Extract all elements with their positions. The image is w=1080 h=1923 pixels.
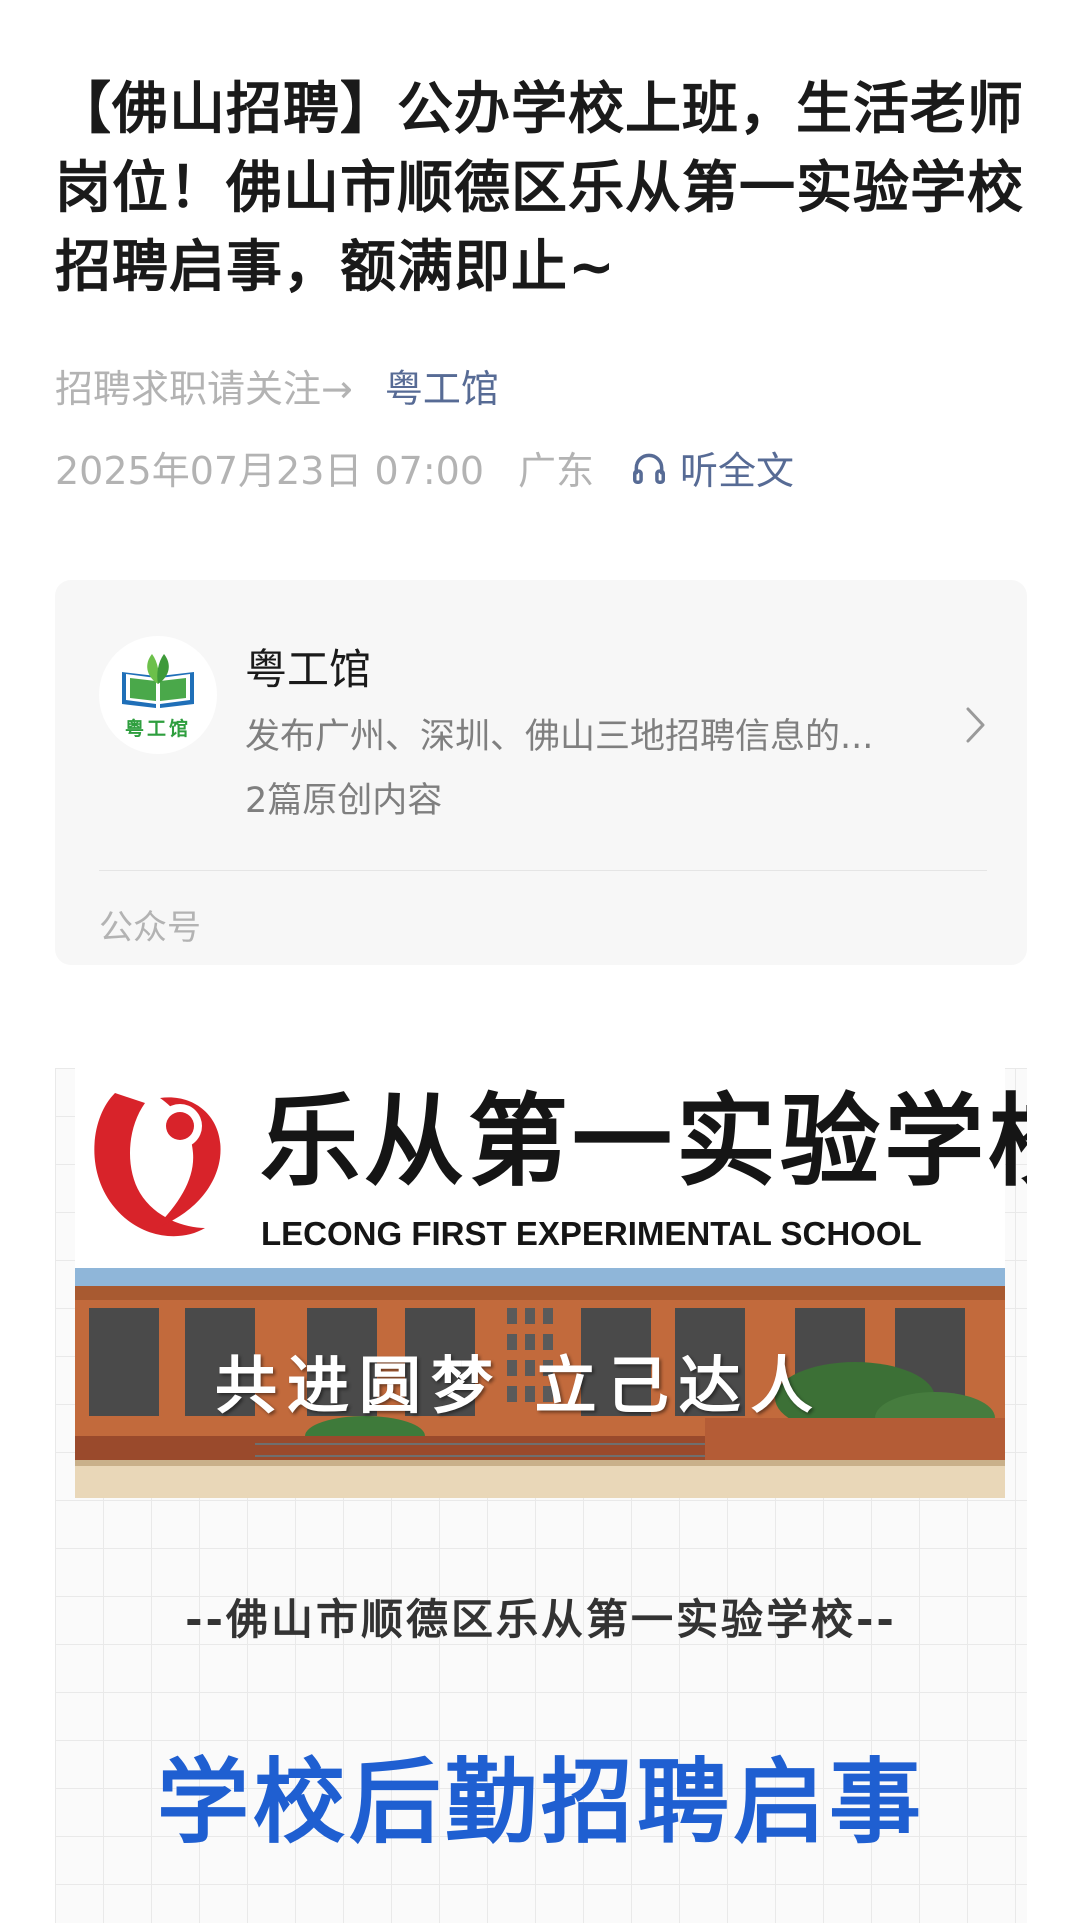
article-poster-image: 乐从第一实验学校 LECONG FIRST EXPERIMENTAL SCHOO… [55,1068,1027,1923]
publish-location: 广东 [518,449,595,493]
follow-prompt: 招聘求职请关注→ [55,367,353,411]
account-card[interactable]: 粤工馆 粤工馆 发布广州、深圳、佛山三地招聘信息的... 2篇原创内容 公众号 [55,580,1027,965]
poster-subtitle: --佛山市顺德区乐从第一实验学校-- [185,1595,897,1644]
card-divider [99,870,987,871]
avatar-label: 粤工馆 [124,717,191,740]
article-title: 【佛山招聘】公办学校上班，生活老师岗位！佛山市顺德区乐从第一实验学校招聘启事，额… [55,77,1024,300]
chevron-right-icon[interactable] [963,702,989,748]
listen-button[interactable]: 听全文 [630,440,794,495]
account-name: 粤工馆 [245,645,372,694]
publish-date: 2025年07月23日 07:00 [55,449,485,493]
article-page: 【佛山招聘】公办学校上班，生活老师岗位！佛山市顺德区乐从第一实验学校招聘启事，额… [0,0,1080,1923]
avatar: 粤工馆 [99,636,217,754]
account-article-count: 2篇原创内容 [245,781,443,821]
school-name-cn: 乐从第一实验学校 [260,1082,1027,1200]
card-footer-label: 公众号 [99,908,201,948]
listen-label: 听全文 [680,449,795,493]
school-name-en: LECONG FIRST EXPERIMENTAL SCHOOL [261,1215,922,1252]
school-building-banner: 共进圆梦 立己达人 [75,1268,1005,1498]
poster-headline: 学校后勤招聘启事 [156,1749,925,1856]
follow-row: 招聘求职请关注→ 粤工馆 [55,358,499,413]
headphones-icon [633,453,666,484]
school-slogan: 共进圆梦 立己达人 [215,1349,823,1422]
article-meta: 2025年07月23日 07:00 广东 听全文 [55,440,794,495]
school-logo-icon [94,1093,221,1237]
book-leaf-logo-icon [122,653,194,708]
account-link[interactable]: 粤工馆 [385,358,499,413]
school-logo-banner: 乐从第一实验学校 LECONG FIRST EXPERIMENTAL SCHOO… [75,1068,1027,1268]
account-description: 发布广州、深圳、佛山三地招聘信息的... [245,717,874,757]
